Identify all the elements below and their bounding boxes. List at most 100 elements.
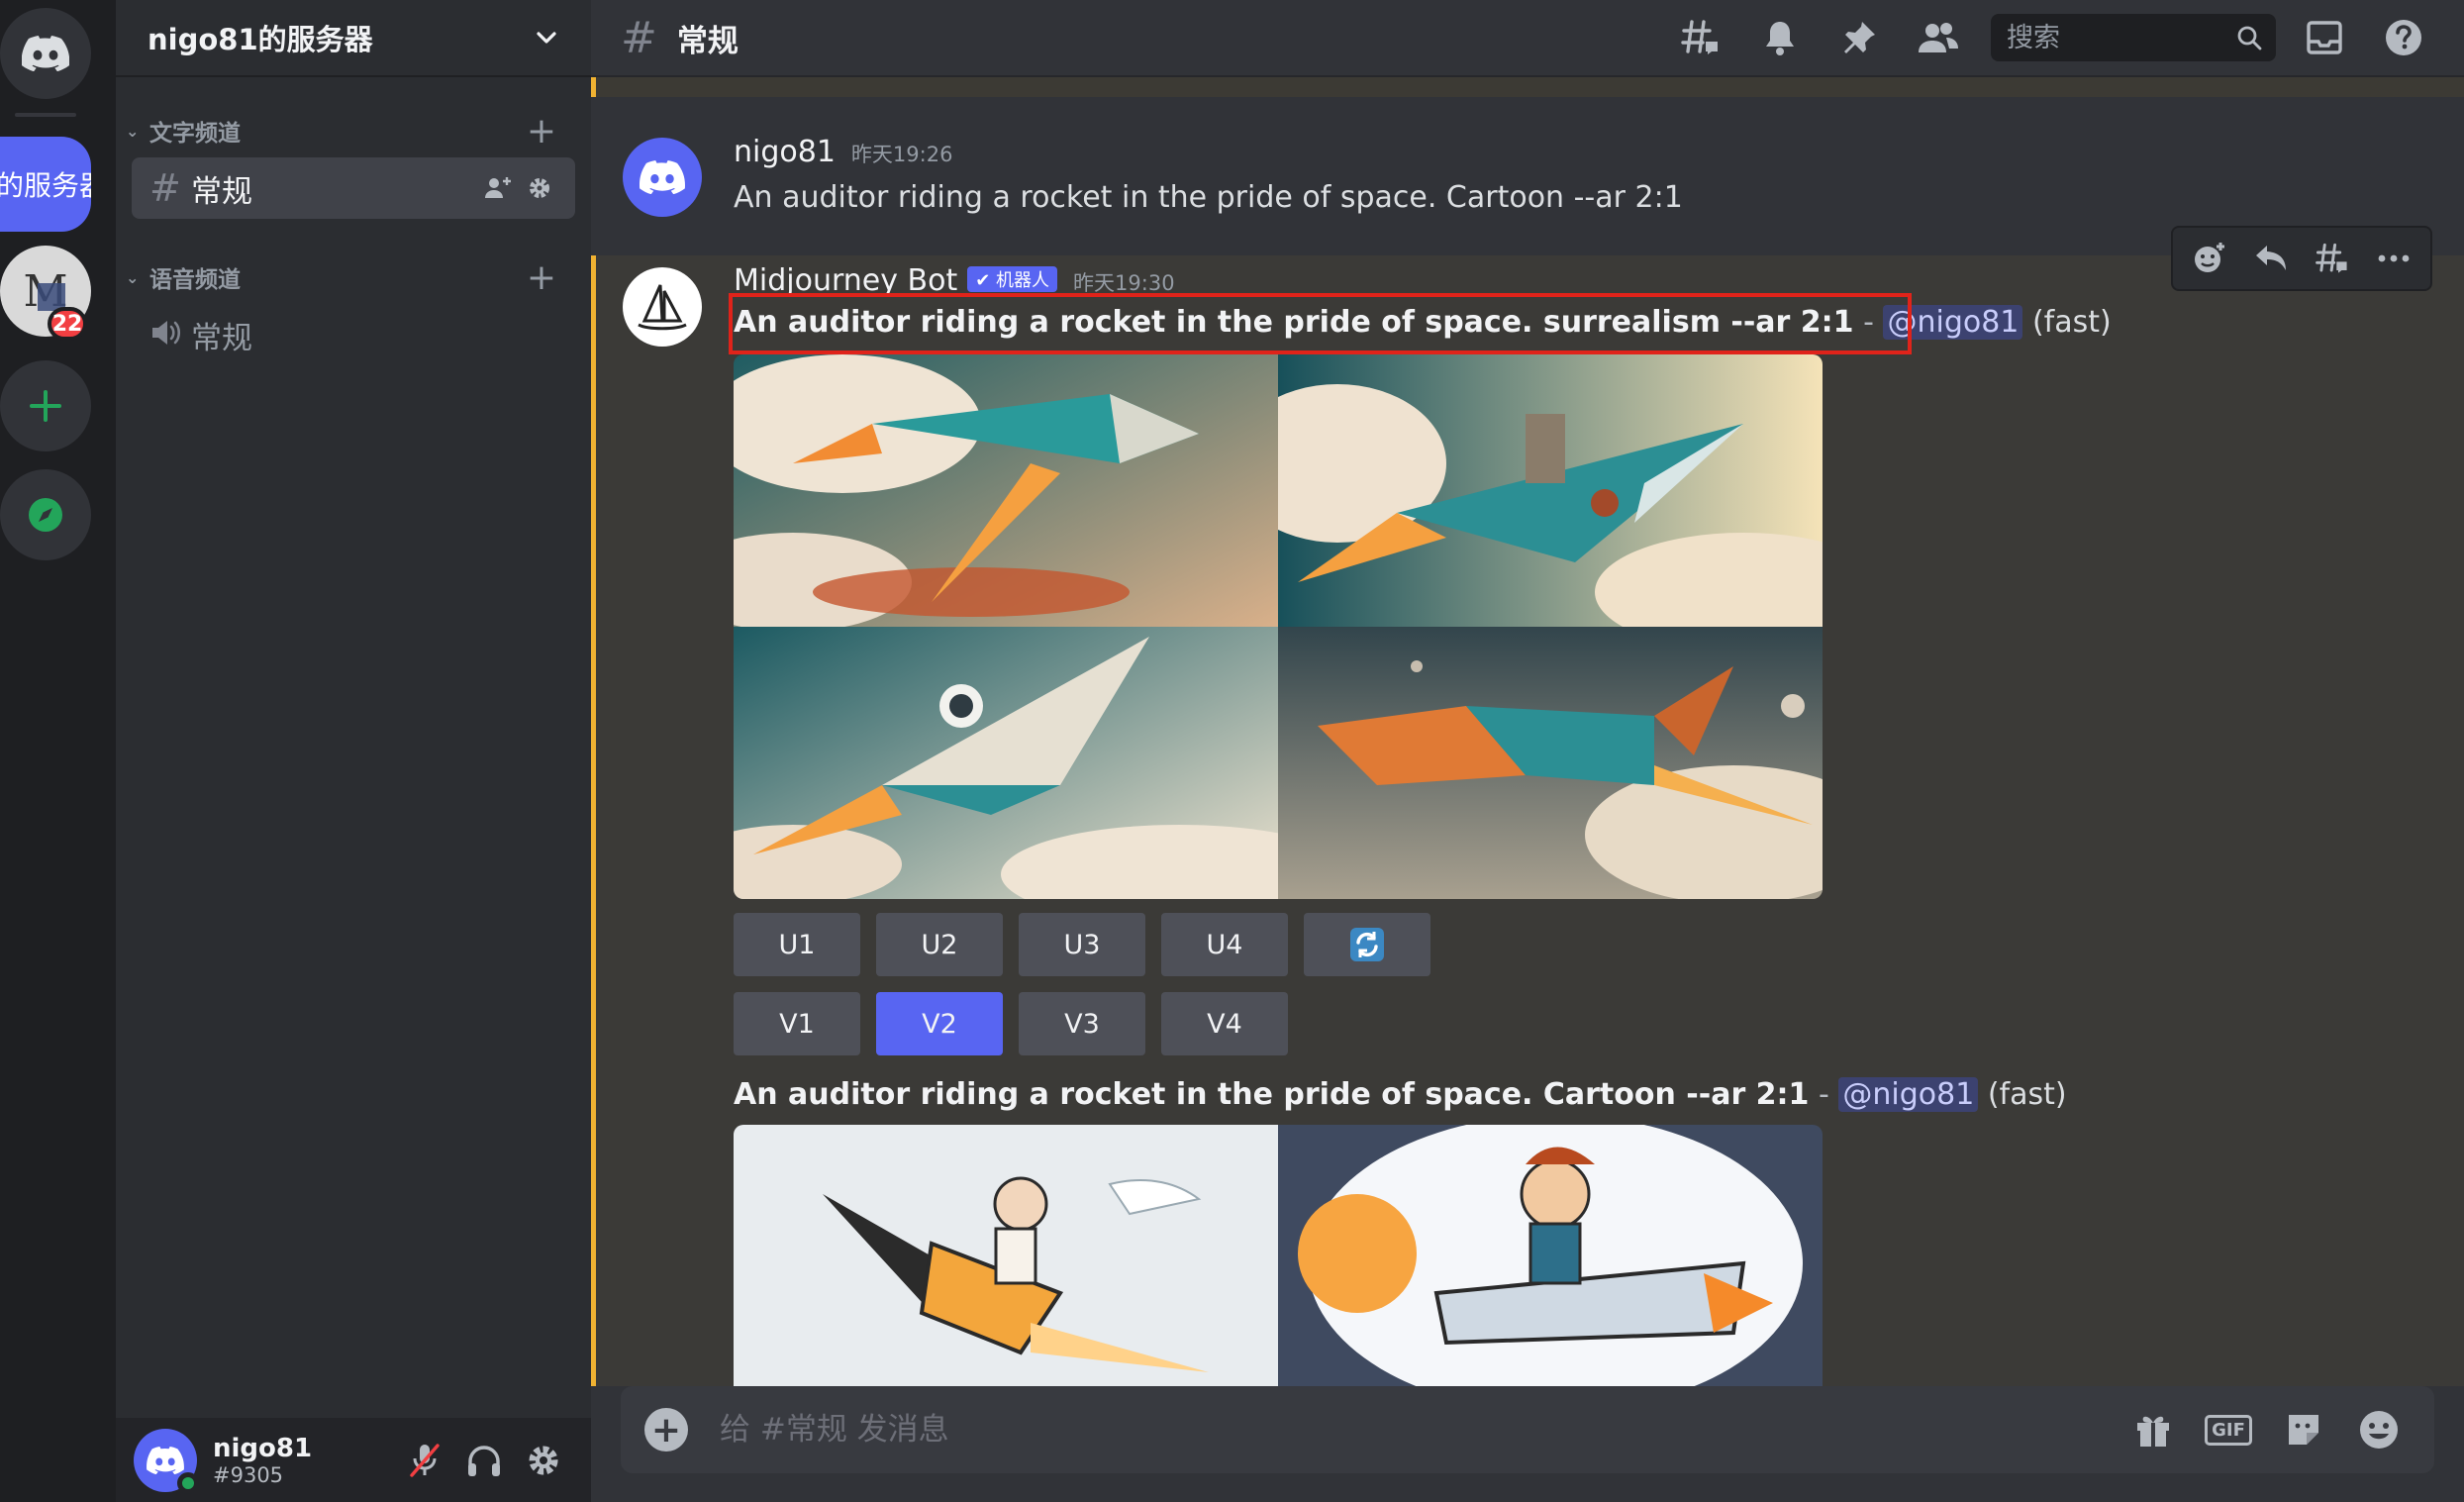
create-channel-icon[interactable]: + [522,257,561,298]
mute-microphone-button[interactable] [395,1431,454,1490]
add-server-button[interactable] [0,360,91,451]
help-button[interactable] [2373,7,2434,68]
search-bar[interactable] [1991,14,2276,61]
image-tile-1[interactable] [734,1125,1278,1386]
message-composer: + GIF [621,1386,2434,1473]
gift-icon [2137,1416,2169,1447]
chevron-down-icon [537,32,556,44]
deafen-button[interactable] [454,1431,514,1490]
user-info[interactable]: nigo81 #9305 [213,1434,395,1487]
channel-name: 常规 [191,173,252,210]
u1-button[interactable]: U1 [734,913,860,976]
gif-picker-button[interactable]: GIF [2197,1400,2260,1459]
avatar[interactable] [623,267,702,347]
message-input[interactable] [718,1411,2110,1449]
threads-icon [2316,243,2347,273]
rail-divider [15,113,76,117]
image-tile-2[interactable] [1278,354,1823,627]
search-input[interactable] [2005,21,2236,54]
microphone-muted-icon [410,1443,440,1477]
chevron-down-icon: ⌄ [126,267,140,287]
u2-button[interactable]: U2 [876,913,1003,976]
message-text: An auditor riding a rocket in the pride … [734,180,1683,215]
refresh-icon [1350,928,1384,961]
pinned-messages-button[interactable] [1828,7,1890,68]
u3-button[interactable]: U3 [1019,913,1145,976]
category-label: 语音频道 [149,267,241,293]
channel-title: 常规 [676,23,739,59]
inbox-icon [2307,21,2342,54]
help-icon [2386,20,2421,55]
image-tile-4[interactable] [1278,627,1823,899]
category-label: 文字频道 [149,121,241,147]
message-header: nigo81 昨天19:26 [734,135,952,169]
inbox-button[interactable] [2294,7,2355,68]
explore-servers-button[interactable] [0,469,91,560]
speaker-icon [149,313,191,356]
prompt-text: An auditor riding a rocket in the pride … [734,1077,1810,1112]
add-reaction-icon [2195,243,2224,272]
server-header[interactable]: nigo81的服务器 [116,0,591,77]
avatar[interactable] [623,138,702,217]
channel-name: 常规 [191,320,252,356]
server-icon-current[interactable]: 的服务器 [0,137,91,232]
image-tile-1[interactable] [734,354,1278,627]
u4-button[interactable]: U4 [1161,913,1288,976]
user-mention[interactable]: @nigo81 [1838,1077,1979,1112]
sticker-picker-button[interactable] [2272,1400,2335,1459]
username: nigo81 [213,1433,313,1463]
generated-image-grid[interactable] [734,354,1823,899]
midjourney-sailboat-icon [638,284,687,331]
compass-icon [29,498,62,532]
user-settings-button[interactable] [514,1431,573,1490]
server-icon-m[interactable]: M 22 [0,246,91,341]
mention-badge: 22 [48,307,87,341]
invite-member-icon[interactable] [480,175,516,201]
avatar[interactable] [134,1428,199,1494]
generated-image-grid[interactable] [734,1125,1823,1386]
gift-nitro-button[interactable] [2121,1400,2185,1459]
create-thread-button[interactable] [2302,231,2363,286]
server-icon-label: 的服务器 [0,169,91,202]
main-content: # 常规 搜索 nigo81 昨天19:26 An auditor riding… [591,0,2464,1502]
add-reaction-button[interactable] [2179,231,2240,286]
v1-button[interactable]: V1 [734,992,860,1055]
variation-button-row: V1 V2 V3 V4 [734,992,1304,1055]
v2-button[interactable]: V2 [876,992,1003,1055]
v4-button[interactable]: V4 [1161,992,1288,1055]
v3-button[interactable]: V3 [1019,992,1145,1055]
server-name: nigo81的服务器 [148,23,373,56]
category-voice-channels[interactable]: ⌄ 语音频道 + [116,257,591,298]
member-list-button[interactable] [1908,7,1969,68]
bot-badge: ✔ 机器人 [967,266,1058,292]
text-channel-hash-icon: # [621,12,657,63]
category-text-channels[interactable]: ⌄ 文字频道 + [116,111,591,151]
emoji-picker-button[interactable] [2347,1400,2411,1459]
emoji-icon [2360,1411,2398,1449]
channel-item-general[interactable]: # 常规 [132,157,575,219]
reply-button[interactable] [2240,231,2302,286]
search-icon [2237,26,2262,50]
prompt-separator: - [1818,1077,1829,1112]
discord-app: 的服务器 M 22 nigo81的服务器 ⌄ 文字频道 + # 常规 [0,0,2464,1502]
notification-settings-button[interactable] [1749,7,1811,68]
image-tile-2[interactable] [1278,1125,1823,1386]
image-tile-3[interactable] [734,627,1278,899]
plus-icon [30,390,61,422]
channel-settings-gear-icon[interactable] [522,175,557,201]
sticker-icon [2289,1415,2318,1445]
job-speed: (fast) [2031,305,2112,340]
threads-button[interactable] [1670,7,1731,68]
reroll-button[interactable] [1304,913,1430,976]
discord-logo-icon [147,1446,184,1474]
message-author[interactable]: nigo81 [734,135,836,169]
upload-plus-button[interactable]: + [644,1408,688,1452]
message-timestamp: 昨天19:26 [850,143,953,166]
user-panel: nigo81 #9305 [116,1418,591,1502]
discord-home-button[interactable] [0,8,91,99]
create-channel-icon[interactable]: + [522,111,561,151]
more-options-button[interactable] [2363,231,2424,286]
channel-item-voice-general[interactable]: 常规 [132,304,575,365]
channel-sidebar: nigo81的服务器 ⌄ 文字频道 + # 常规 ⌄ 语音频道 + 常规 nig… [116,0,591,1502]
message-hover-toolbar [2171,226,2432,291]
